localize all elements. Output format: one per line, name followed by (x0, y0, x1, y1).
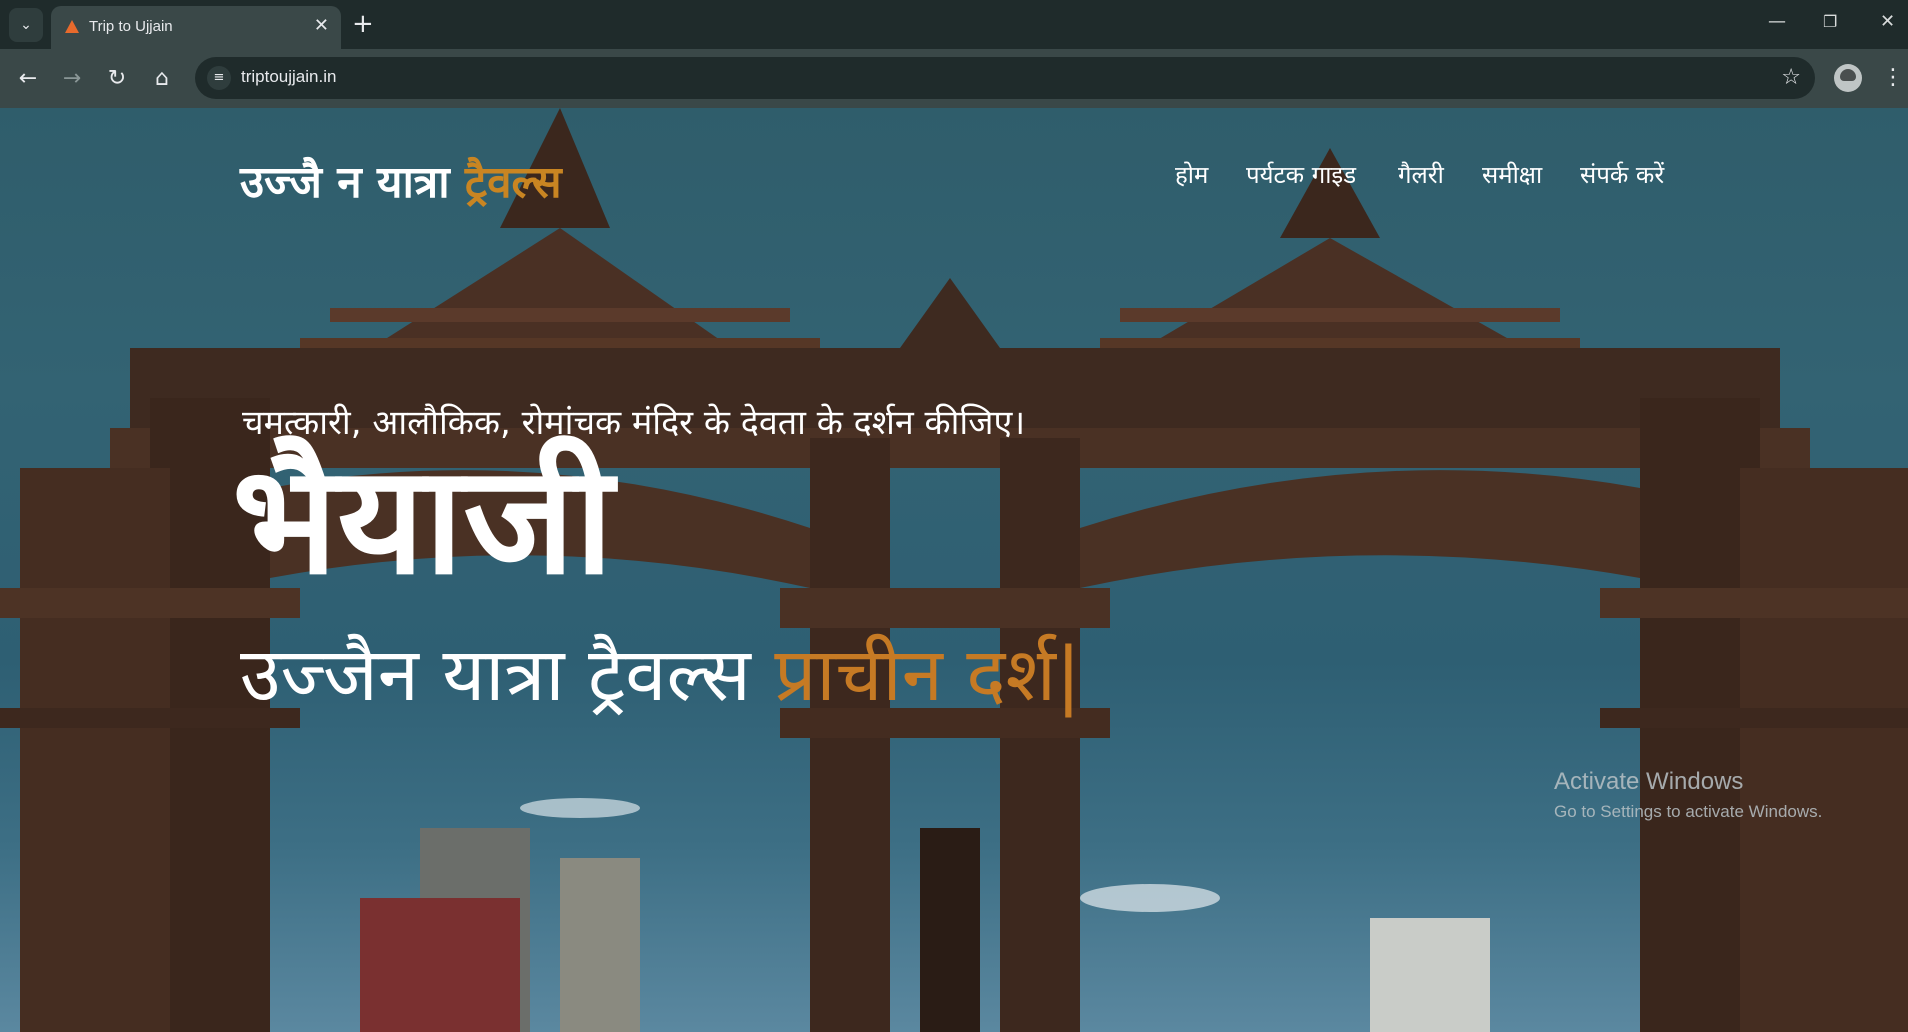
tab-search-button[interactable]: ⌄ (9, 8, 43, 42)
window-close-icon[interactable]: ✕ (1880, 10, 1895, 34)
profile-avatar[interactable] (1834, 64, 1862, 92)
site-settings-icon[interactable]: ≡ (207, 66, 231, 90)
chevron-down-icon: ⌄ (20, 17, 32, 33)
nav-link-home[interactable]: होम (1175, 158, 1208, 191)
browser-tab-strip: ⌄ Trip to Ujjain ✕ + — ❐ ✕ (0, 0, 1908, 49)
close-icon[interactable]: ✕ (314, 16, 329, 36)
nav-link-contact[interactable]: संपर्क करें (1580, 158, 1664, 191)
logo-main-text: उज्जै न यात्रा (240, 157, 450, 208)
hero-section: उज्जै न यात्रा ट्रैवल्स होम पर्यटक गाइड … (0, 108, 1908, 1032)
url-text[interactable]: triptoujjain.in (241, 67, 336, 87)
logo-accent-text: ट्रैवल्स (464, 157, 562, 208)
new-tab-button[interactable]: + (352, 10, 374, 38)
reload-icon[interactable]: ↻ (101, 63, 133, 95)
site-favicon-icon (65, 20, 79, 33)
site-logo[interactable]: उज्जै न यात्रा ट्रैवल्स (240, 150, 562, 210)
home-icon[interactable]: ⌂ (146, 63, 178, 95)
watermark-title: Activate Windows (1554, 768, 1744, 795)
hero-subtitle: उज्जैन यात्रा ट्रैवल्स प्राचीन दर्श| (240, 630, 1081, 720)
typing-caret: | (1055, 632, 1081, 718)
address-bar[interactable]: ≡ triptoujjain.in ☆ (195, 57, 1815, 99)
nav-link-tourist-guide[interactable]: पर्यटक गाइड (1246, 158, 1356, 191)
back-arrow-icon[interactable]: ← (12, 63, 44, 95)
windows-activation-watermark: Activate Windows Go to Settings to activ… (1554, 768, 1822, 822)
tab-title: Trip to Ujjain (89, 18, 173, 35)
browser-toolbar: ← → ↻ ⌂ ≡ triptoujjain.in ☆ ⋮ (0, 49, 1908, 108)
browser-menu-icon[interactable]: ⋮ (1882, 63, 1904, 93)
hero-title: भैयाजी (232, 434, 614, 608)
minimize-icon[interactable]: — (1768, 10, 1786, 34)
forward-arrow-icon[interactable]: → (56, 63, 88, 95)
subtitle-typed-text: प्राचीन दर्श (774, 632, 1056, 718)
watermark-subtitle: Go to Settings to activate Windows. (1554, 802, 1823, 821)
nav-link-gallery[interactable]: गैलरी (1398, 158, 1444, 191)
subtitle-main: उज्जैन यात्रा ट्रैवल्स (240, 632, 751, 718)
nav-link-reviews[interactable]: समीक्षा (1482, 158, 1542, 191)
restore-icon[interactable]: ❐ (1823, 10, 1837, 34)
bookmark-star-icon[interactable]: ☆ (1781, 63, 1801, 93)
browser-tab[interactable]: Trip to Ujjain ✕ (51, 6, 341, 49)
